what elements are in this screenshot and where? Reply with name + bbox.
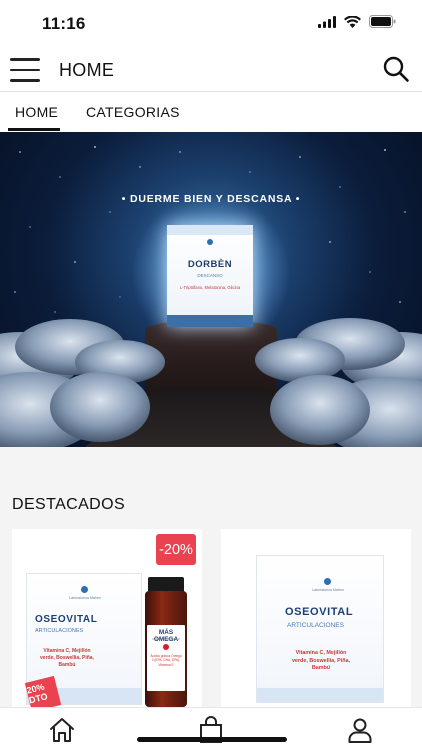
battery-icon bbox=[369, 15, 396, 28]
active-tab-indicator bbox=[8, 128, 60, 131]
brand-logo-icon bbox=[81, 586, 88, 593]
product-box-subtitle: ARTICULACIONES bbox=[35, 628, 84, 634]
product-box-ingredients: Vitamina C, Mejillón verde, Boswellia, P… bbox=[291, 650, 351, 671]
product-card[interactable]: Laboratorios Mahen OSEOVITAL ARTICULACIO… bbox=[12, 529, 202, 714]
banner-product-ingredients: L-Triptófano, Melatonina, Glicina bbox=[179, 285, 241, 290]
status-time: 11:16 bbox=[42, 14, 86, 33]
user-icon[interactable] bbox=[346, 716, 374, 744]
search-icon[interactable] bbox=[382, 55, 410, 83]
product-bottle-image: MÁS OMEGA CARDIOVASCULAR Ácidos grasos O… bbox=[145, 577, 187, 707]
section-spacer bbox=[0, 447, 422, 467]
brand-logo-icon bbox=[324, 578, 331, 585]
brand-logo-icon bbox=[207, 239, 213, 245]
banner-product-subtitle: DESCANSO bbox=[197, 273, 223, 278]
signal-icon bbox=[318, 15, 336, 28]
banner-product-name: DORBÈN bbox=[187, 259, 233, 270]
page-title: HOME bbox=[59, 60, 115, 80]
tab-bar: HOME CATEGORIAS bbox=[0, 92, 422, 132]
bottom-nav bbox=[0, 707, 422, 750]
discount-badge: -20% bbox=[156, 534, 196, 565]
product-card[interactable]: Laboratorios Mahen OSEOVITAL ARTICULACIO… bbox=[221, 529, 411, 714]
product-box-name: OSEOVITAL bbox=[35, 614, 98, 625]
tab-home[interactable]: HOME bbox=[15, 104, 58, 120]
home-indicator bbox=[137, 737, 287, 742]
hamburger-menu-icon[interactable] bbox=[10, 56, 40, 84]
product-box-subtitle: ARTICULACIONES bbox=[287, 622, 344, 629]
promo-banner[interactable]: • DUERME BIEN Y DESCANSA • DORBÈN DESCAN… bbox=[0, 132, 422, 447]
status-bar: 11:16 bbox=[0, 0, 422, 48]
product-box-name: OSEOVITAL bbox=[285, 606, 354, 618]
home-icon[interactable] bbox=[48, 716, 76, 744]
bottle-product-ingredients: Ácidos grasos Omega 3 (EPA, DHA, DPA), V… bbox=[150, 654, 182, 667]
app-header: HOME bbox=[0, 48, 422, 92]
banner-tagline: • DUERME BIEN Y DESCANSA • bbox=[121, 193, 301, 205]
product-box-ingredients: Vitamina C, Mejillón verde, Boswellia, P… bbox=[40, 648, 94, 668]
section-title: DESTACADOS bbox=[12, 496, 126, 513]
banner-product-box: DORBÈN DESCANSO L-Triptófano, Melatonina… bbox=[167, 225, 253, 447]
bottle-product-subtitle: CARDIOVASCULAR bbox=[152, 637, 180, 641]
tab-categorias[interactable]: CATEGORIAS bbox=[86, 104, 180, 120]
wifi-icon bbox=[344, 15, 361, 28]
product-box-image: Laboratorios Mahen OSEOVITAL ARTICULACIO… bbox=[256, 555, 384, 703]
status-icons bbox=[318, 15, 396, 28]
featured-section: DESTACADOS Laboratorios Mahen OSEOVITAL … bbox=[0, 467, 422, 714]
